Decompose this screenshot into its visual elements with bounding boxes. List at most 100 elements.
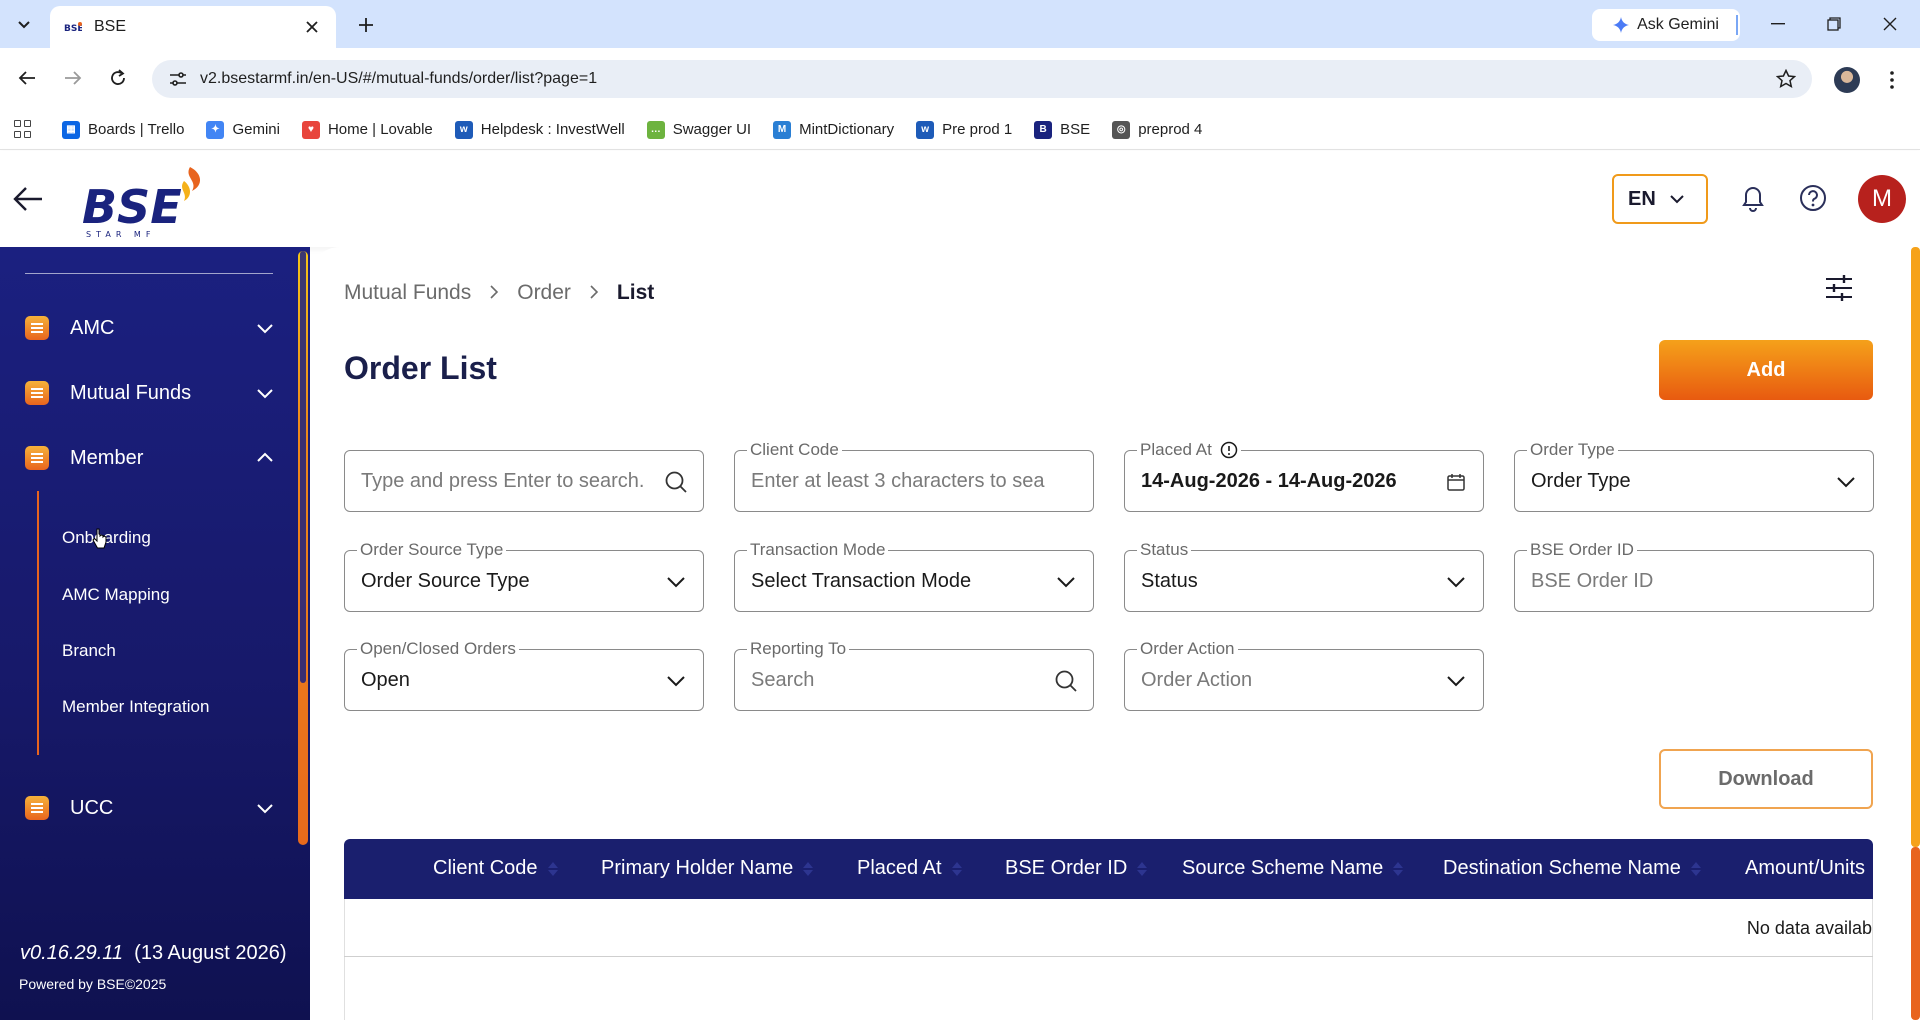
info-icon[interactable] [1220,441,1238,459]
sidebar-item-label: Mutual Funds [70,381,192,404]
column-header-label: Source Scheme Name [1182,857,1384,879]
minimize-window-icon[interactable] [1750,0,1806,48]
order-type-select[interactable]: Order Type Order Type [1514,440,1874,512]
sort-arrows-icon[interactable] [1137,861,1148,876]
filter-sliders-icon[interactable] [1824,274,1854,302]
version-number: v0.16.29.11 [20,942,124,964]
breadcrumb-item-mutual-funds[interactable]: Mutual Funds [344,281,471,305]
browser-tab-active[interactable]: BSE BSE [50,6,336,48]
status-value: Status [1141,570,1198,592]
sidebar-subitem-branch[interactable]: Branch [62,641,116,661]
sidebar-item-ucc[interactable]: UCC [25,788,275,828]
transaction-mode-select[interactable]: Transaction Mode Select Transaction Mode [734,540,1094,612]
transaction-mode-value: Select Transaction Mode [751,570,972,592]
mouse-cursor-icon [92,528,107,549]
ask-gemini-button[interactable]: Ask Gemini [1592,9,1740,41]
order-action-select[interactable]: Order Action Order Action [1124,639,1484,711]
sidebar-subitem-amc-mapping[interactable]: AMC Mapping [62,585,170,605]
help-question-icon[interactable] [1798,183,1828,213]
tab-search-chevron-icon[interactable] [10,12,38,38]
client-code-field[interactable]: Client Code Enter at least 3 characters … [734,440,1094,512]
page-title: Order List [344,350,497,386]
search-input[interactable]: Type and press Enter to search. [344,450,704,512]
sidebar-item-amc[interactable]: AMC [25,308,275,348]
reporting-to-label: Reporting To [747,639,850,659]
column-header[interactable]: Placed At [857,857,962,880]
table-body: No data availab [344,899,1873,1020]
sort-arrows-icon[interactable] [1393,861,1404,876]
download-button[interactable]: Download [1659,749,1873,809]
page-scrollbar[interactable] [1908,247,1920,1020]
bookmark-item[interactable]: ♥ Home | Lovable [301,120,433,139]
bookmark-item[interactable]: w Pre prod 1 [916,120,1012,139]
column-header[interactable]: Source Scheme Name [1182,857,1404,880]
site-info-tune-icon[interactable] [166,67,190,91]
language-select[interactable]: EN [1612,174,1708,224]
user-avatar[interactable]: M [1858,175,1906,223]
column-header-label: Amount/Units [1745,857,1866,879]
globe-icon: ◎ [1112,120,1131,139]
sort-arrows-icon[interactable] [803,861,814,876]
column-header[interactable]: Client Code [433,857,558,880]
restore-window-icon[interactable] [1806,0,1862,48]
bookmark-label: MintDictionary [799,121,895,138]
sort-arrows-icon[interactable] [1690,861,1701,876]
close-tab-icon[interactable] [302,17,322,37]
bse-order-id-field[interactable]: BSE Order ID BSE Order ID [1514,540,1874,612]
sort-arrows-icon[interactable] [547,861,558,876]
column-header[interactable]: Primary Holder Name [601,857,814,880]
browser-forward-icon[interactable] [60,65,86,91]
sidebar-scrollbar[interactable] [298,251,308,845]
bse-icon: B [1034,120,1053,139]
column-header[interactable]: Destination Scheme Name [1443,857,1701,880]
apps-grid-icon[interactable] [14,119,34,140]
browser-menu-kebab-icon[interactable] [1880,66,1904,94]
sort-arrows-icon[interactable] [951,861,962,876]
page-scrollbar-thumb[interactable] [1911,247,1920,847]
status-select[interactable]: Status Status [1124,540,1484,612]
search-icon[interactable] [663,469,689,495]
column-header[interactable]: Amount/Units [1745,857,1865,880]
sidebar-item-member[interactable]: Member [25,438,275,478]
bookmark-item[interactable]: ◎ preprod 4 [1112,120,1202,139]
bookmark-item[interactable]: ✦ Gemini [206,120,280,139]
lovable-icon: ♥ [301,120,320,139]
reporting-to-field[interactable]: Reporting To Search [734,639,1094,711]
version-date: (13 August 2026) [134,942,287,964]
order-source-type-select[interactable]: Order Source Type Order Source Type [344,540,704,612]
new-tab-plus-icon[interactable] [352,12,380,38]
bookmark-item[interactable]: w Helpdesk : InvestWell [454,120,625,139]
browser-profile-avatar[interactable] [1834,67,1860,93]
sidebar-subitem-member-integration[interactable]: Member Integration [62,697,209,717]
chevron-down-icon [257,324,273,334]
browser-reload-icon[interactable] [105,65,131,91]
bookmark-item[interactable]: … Swagger UI [646,120,751,139]
sidebar: AMC Mutual Funds Member Onboarding AMC M… [0,247,310,1020]
open-closed-orders-label: Open/Closed Orders [357,639,519,659]
search-placeholder: Type and press Enter to search. [361,470,645,492]
search-icon[interactable] [1053,668,1079,694]
bookmark-star-icon[interactable] [1774,67,1798,91]
bookmark-item[interactable]: B BSE [1034,120,1090,139]
open-closed-orders-select[interactable]: Open/Closed Orders Open [344,639,704,711]
address-bar[interactable]: v2.bsestarmf.in/en-US/#/mutual-funds/ord… [152,60,1812,98]
bookmark-item[interactable]: ▦ Boards | Trello [62,120,184,139]
order-action-label: Order Action [1137,639,1238,659]
calendar-icon[interactable] [1443,469,1469,495]
add-button[interactable]: Add [1659,340,1873,400]
column-header[interactable]: BSE Order ID [1005,857,1148,880]
sidebar-scrollbar-thumb[interactable] [300,251,306,683]
browser-back-icon[interactable] [14,65,40,91]
trello-icon: ▦ [62,120,80,139]
bookmark-item[interactable]: M MintDictionary [773,120,895,139]
address-bar-url: v2.bsestarmf.in/en-US/#/mutual-funds/ord… [200,70,598,87]
mintdictionary-icon: M [773,120,792,139]
sidebar-item-mutual-funds[interactable]: Mutual Funds [25,373,275,413]
app-back-arrow-icon[interactable] [12,183,44,215]
placed-at-date-range[interactable]: Placed At 14-Aug-2026 - 14-Aug-2026 [1124,440,1484,512]
breadcrumb-item-order[interactable]: Order [517,281,571,305]
svg-text:STAR MF: STAR MF [86,230,155,239]
placed-at-value: 14-Aug-2026 - 14-Aug-2026 [1141,470,1397,492]
close-window-icon[interactable] [1862,0,1918,48]
notification-bell-icon[interactable] [1738,183,1768,213]
